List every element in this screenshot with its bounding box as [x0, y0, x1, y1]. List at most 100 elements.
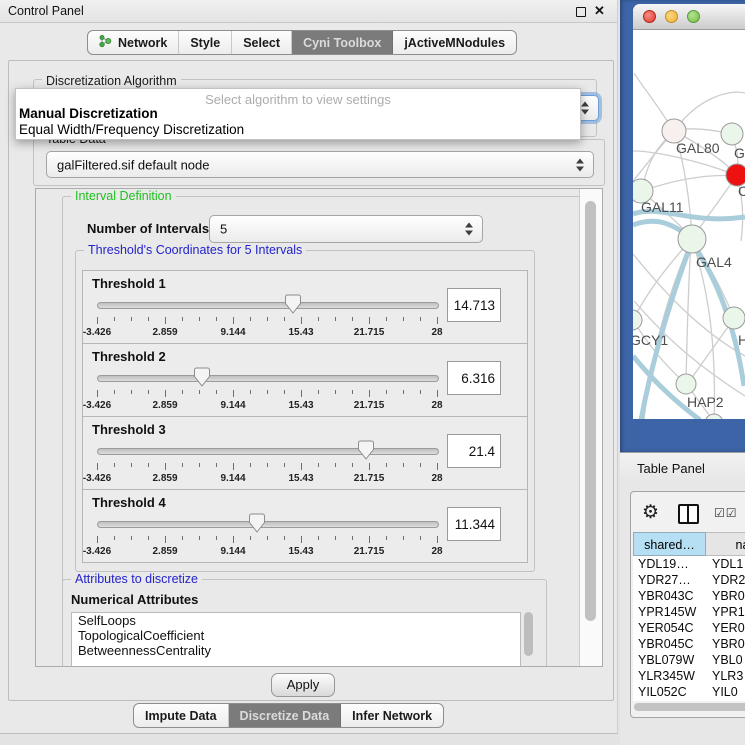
close-icon[interactable]: ✕ [594, 3, 605, 19]
table-row[interactable]: YBR043C YBR0 [633, 588, 745, 604]
network-node-label: C [738, 183, 745, 199]
table-row[interactable]: YIL052C YIL0 [633, 684, 745, 700]
attributes-list-scrollbar[interactable] [524, 612, 533, 656]
network-node-label: GAL80 [676, 140, 720, 156]
table-panel-inner: ⚙ ☑☑ shared… na YDL19…YDL1YDR27…YDR2YBR0… [630, 491, 745, 718]
network-node-gal4[interactable] [678, 225, 706, 253]
cell-shared-name[interactable]: YER054C [638, 620, 694, 636]
algorithm-dropdown-popup: Select algorithm to view settings Manual… [15, 88, 581, 140]
network-node[interactable] [705, 414, 723, 419]
threshold-1-slider[interactable]: -3.4262.8599.14415.4321.71528 [97, 295, 437, 339]
cell-shared-name[interactable]: YDL19… [638, 556, 689, 572]
slider-thumb[interactable] [285, 294, 302, 314]
table-row[interactable]: YER054C YER0 [633, 620, 745, 636]
cell-name[interactable]: YIL0 [712, 684, 738, 700]
cell-shared-name[interactable]: YBR043C [638, 588, 694, 604]
tab-network[interactable]: Network [88, 31, 179, 54]
tab-discretize-data[interactable]: Discretize Data [229, 704, 342, 727]
slider-tick [182, 463, 183, 467]
cell-name[interactable]: YDL1 [712, 556, 743, 572]
float-window-icon[interactable] [576, 7, 586, 17]
zoom-window-icon[interactable] [687, 10, 700, 23]
network-node-hap2[interactable] [676, 374, 696, 394]
slider-thumb[interactable] [357, 440, 374, 460]
cell-shared-name[interactable]: YDR27… [638, 572, 691, 588]
tab-infer-network[interactable]: Infer Network [341, 704, 443, 727]
cell-shared-name[interactable]: YBR045C [638, 636, 694, 652]
network-window-titlebar[interactable] [633, 4, 745, 30]
slider-tick-label: 15.43 [288, 327, 313, 338]
checkboxes-icon[interactable]: ☑☑ [714, 506, 738, 520]
close-window-icon[interactable] [643, 10, 656, 23]
table-row[interactable]: YDL19… YDL1 [633, 556, 745, 572]
threshold-3-slider[interactable]: -3.4262.8599.14415.4321.71528 [97, 441, 437, 485]
dropdown-option-equal-width-frequency[interactable]: Equal Width/Frequency Discretization [19, 122, 244, 137]
network-view-window: GAL80GACGAL11GAL4GCY1HHAP2 [633, 4, 745, 419]
threshold-2-slider[interactable]: -3.4262.8599.14415.4321.71528 [97, 368, 437, 412]
slider-thumb[interactable] [194, 367, 211, 387]
network-node-ga[interactable] [721, 123, 743, 145]
slider-tick [233, 463, 234, 470]
cell-name[interactable]: YER0 [712, 620, 745, 636]
slider-tick-label: -3.426 [83, 546, 111, 557]
slider-tick-label: 2.859 [152, 400, 177, 411]
cell-name[interactable]: YDR2 [712, 572, 745, 588]
slider-tick-label: 9.144 [220, 473, 245, 484]
network-node-label: GCY1 [633, 332, 668, 348]
cell-name[interactable]: YBR0 [712, 636, 745, 652]
table-row[interactable]: YPR145W YPR1 [633, 604, 745, 620]
threshold-3-value-field[interactable]: 21.4 [447, 434, 501, 468]
network-node-gcy1[interactable] [633, 310, 642, 330]
threshold-4-value-field[interactable]: 11.344 [447, 507, 501, 541]
gear-icon[interactable]: ⚙ [642, 503, 659, 522]
cell-shared-name[interactable]: YPR145W [638, 604, 696, 620]
slider-tick [97, 390, 98, 397]
dropdown-option-manual-discretization[interactable]: Manual Discretization [19, 106, 158, 121]
scroll-pane-scrollbar-thumb[interactable] [585, 201, 596, 621]
attribute-list-item[interactable]: SelfLoops [72, 613, 520, 628]
cell-shared-name[interactable]: YLR345W [638, 668, 695, 684]
slider-tick-label: 21.715 [354, 327, 385, 338]
table-row[interactable]: YBL079W YBL0 [633, 652, 745, 668]
threshold-3-box: Threshold 3 -3.4262.8599.14415.4321.7152… [82, 416, 528, 490]
network-edge [633, 134, 672, 181]
tab-cyni-toolbox[interactable]: Cyni Toolbox [292, 31, 393, 54]
tab-impute-data[interactable]: Impute Data [134, 704, 229, 727]
table-horizontal-scrollbar[interactable] [634, 703, 745, 711]
table-data-combobox[interactable]: galFiltered.sif default node [46, 151, 594, 178]
slider-tick [199, 317, 200, 321]
column-header-shared-name[interactable]: shared… [633, 532, 706, 556]
threshold-4-slider[interactable]: -3.4262.8599.14415.4321.71528 [97, 514, 437, 558]
network-node-h[interactable] [723, 307, 745, 329]
cell-name[interactable]: YBR0 [712, 588, 745, 604]
tab-jactivemnodules[interactable]: jActiveMNodules [393, 31, 516, 54]
threshold-2-value-field[interactable]: 6.316 [447, 361, 501, 395]
threshold-1-value-field[interactable]: 14.713 [447, 288, 501, 322]
minimize-window-icon[interactable] [665, 10, 678, 23]
table-row[interactable]: YLR345W YLR3 [633, 668, 745, 684]
slider-tick [318, 390, 319, 394]
network-canvas[interactable]: GAL80GACGAL11GAL4GCY1HHAP2 [633, 30, 745, 419]
tab-label: Select [243, 36, 280, 50]
attribute-list-item[interactable]: BetweennessCentrality [72, 643, 520, 658]
cell-shared-name[interactable]: YIL052C [638, 684, 687, 700]
tab-select[interactable]: Select [232, 31, 292, 54]
cell-name[interactable]: YBL0 [712, 652, 743, 668]
scroll-pane-scrollbar-track[interactable] [579, 189, 603, 666]
cell-shared-name[interactable]: YBL079W [638, 652, 694, 668]
number-of-intervals-combobox[interactable]: 5 [209, 215, 483, 243]
slider-tick [301, 463, 302, 470]
tab-style[interactable]: Style [179, 31, 232, 54]
column-header-name[interactable]: na [706, 532, 745, 556]
slider-tick [182, 317, 183, 321]
apply-button[interactable]: Apply [271, 673, 335, 697]
columns-icon[interactable] [678, 504, 699, 524]
cell-name[interactable]: YPR1 [712, 604, 745, 620]
attribute-list-item[interactable]: TopologicalCoefficient [72, 628, 520, 643]
slider-tick [250, 536, 251, 540]
slider-tick [386, 390, 387, 394]
slider-thumb[interactable] [248, 513, 265, 533]
cell-name[interactable]: YLR3 [712, 668, 743, 684]
table-row[interactable]: YDR27… YDR2 [633, 572, 745, 588]
table-row[interactable]: YBR045C YBR0 [633, 636, 745, 652]
